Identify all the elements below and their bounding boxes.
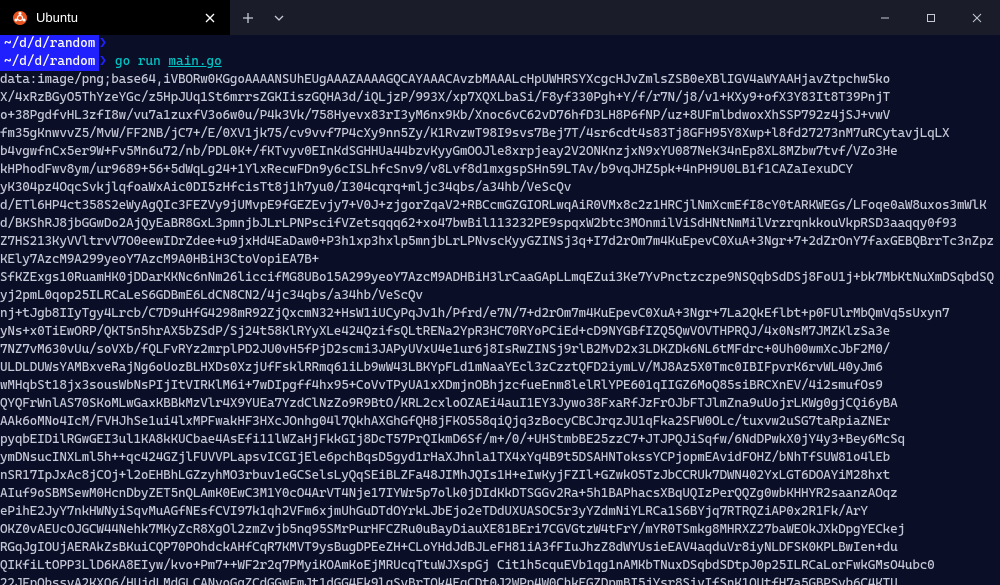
terminal-output: data:image/png;base64,iVBORw0KGgoAAAANSU… xyxy=(0,71,1000,585)
window-titlebar: Ubuntu xyxy=(0,0,1000,35)
command-text: go run main.go xyxy=(115,53,222,71)
ubuntu-icon xyxy=(12,10,28,26)
prompt-line-1: ~/d/d/random❯ xyxy=(0,35,1000,53)
maximize-button[interactable] xyxy=(908,0,954,35)
tab-ubuntu[interactable]: Ubuntu xyxy=(0,0,230,35)
close-tab-icon[interactable] xyxy=(202,10,218,26)
tab-dropdown-button[interactable] xyxy=(265,0,293,35)
prompt-line-2: ~/d/d/random❯ go run main.go xyxy=(0,53,1000,71)
prompt-chevron-icon: ❯ xyxy=(99,53,107,71)
prompt-chevron-icon: ❯ xyxy=(99,35,107,53)
command-arg: run xyxy=(138,54,161,69)
close-button[interactable] xyxy=(954,0,1000,35)
minimize-button[interactable] xyxy=(862,0,908,35)
tab-strip: Ubuntu xyxy=(0,0,862,35)
prompt-path: ~/d/d/random xyxy=(0,53,99,71)
command-file-arg: main.go xyxy=(168,54,221,69)
terminal-body[interactable]: ~/d/d/random❯ ~/d/d/random❯ go run main.… xyxy=(0,35,1000,585)
tab-label: Ubuntu xyxy=(36,10,194,25)
command-name: go xyxy=(115,54,130,69)
prompt-path: ~/d/d/random xyxy=(0,35,99,53)
new-tab-button[interactable] xyxy=(230,0,265,35)
window-controls xyxy=(862,0,1000,35)
